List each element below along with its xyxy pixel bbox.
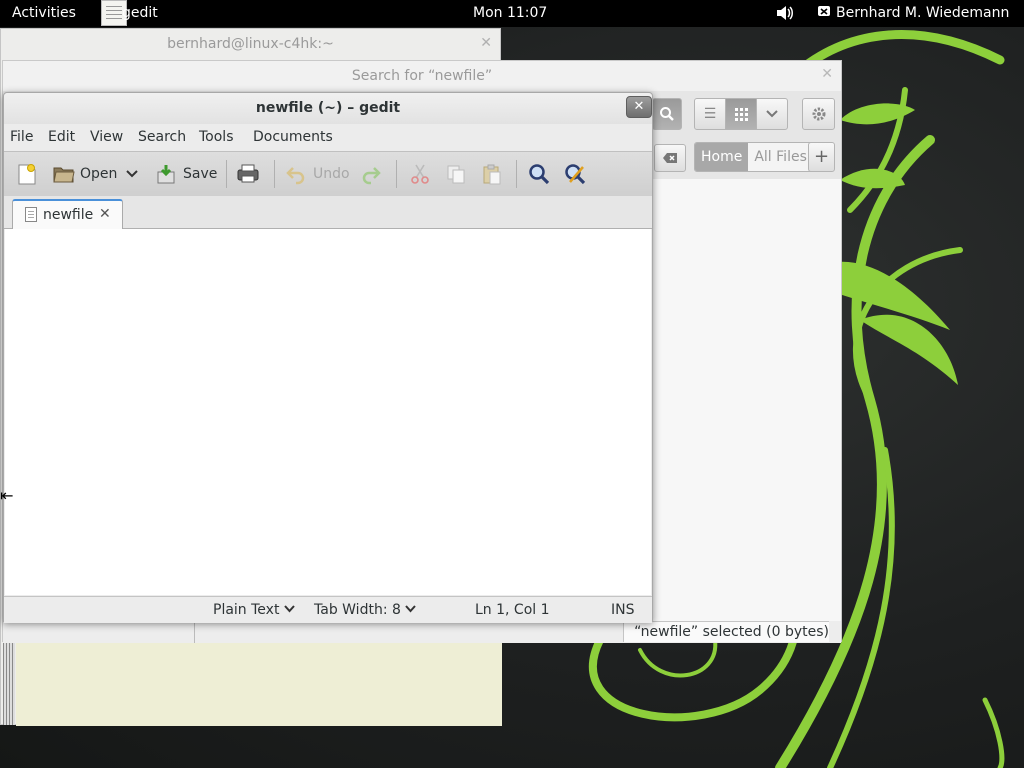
tab-close-icon[interactable]: ✕ [99,206,111,222]
toolbar: Open Save Undo [4,151,652,197]
cut-button[interactable] [409,160,431,188]
redo-icon [362,167,381,185]
document-tabs: newfile ✕ [4,196,652,229]
paste-icon [483,164,501,185]
chevron-down-icon [766,110,778,118]
undo-icon [286,167,305,185]
search-icon [660,107,674,121]
folder-open-icon [53,167,75,183]
volume-icon[interactable] [775,4,793,26]
text-editor[interactable] [5,229,651,595]
save-button[interactable]: Save [155,160,217,188]
settings-button[interactable] [802,98,835,130]
search-icon [529,164,550,185]
backspace-icon [663,153,677,163]
selection-status: “newfile” selected (0 bytes) [623,621,829,642]
clear-search-button[interactable] [654,144,686,172]
add-criteria-button[interactable]: + [808,142,835,172]
menu-tools[interactable]: Tools [199,129,234,145]
files-close-icon[interactable]: ✕ [821,66,833,82]
cut-icon [411,164,429,184]
insert-mode: INS [611,602,635,618]
chevron-down-icon [126,170,138,178]
find-replace-button[interactable] [564,160,586,188]
find-button[interactable] [528,160,550,188]
toolbar-separator [226,160,227,188]
open-label: Open [80,166,118,182]
open-recent-dropdown[interactable] [125,160,139,188]
list-view-icon: ☰ [703,106,717,122]
chat-status-icon[interactable] [817,5,831,23]
search-location-selector: Home All Files [694,142,814,172]
menu-view[interactable]: View [90,129,123,145]
cursor-position: Ln 1, Col 1 [475,602,550,618]
menu-documents[interactable]: Documents [253,129,333,145]
files-title: Search for “newfile” [351,68,493,84]
tab-width-selector[interactable]: Tab Width: 8 [314,602,417,618]
activities-button[interactable]: Activities [12,5,76,21]
gedit-statusbar: Plain Text Tab Width: 8 Ln 1, Col 1 INS [4,596,652,623]
language-selector[interactable]: Plain Text [213,602,295,618]
print-button[interactable] [236,160,260,188]
toolbar-separator [516,160,517,188]
language-label: Plain Text [213,602,280,618]
text-document-icon [25,207,37,222]
printer-icon [237,164,259,183]
chevron-down-icon [284,605,295,613]
app-menu-button[interactable]: gedit [122,5,158,21]
paste-button[interactable] [481,160,503,188]
menu-search[interactable]: Search [138,129,186,145]
gedit-window[interactable]: newfile (~) – gedit ✕ File Edit View Sea… [3,92,653,623]
search-toggle-button[interactable] [652,98,682,130]
location-home-button[interactable]: Home [695,143,749,171]
gear-icon [812,107,825,121]
grid-view-button[interactable] [725,98,757,130]
files-statusbar: “newfile” selected (0 bytes) [3,621,841,643]
open-button[interactable]: Open [52,160,117,188]
copy-button[interactable] [445,160,467,188]
menu-edit[interactable]: Edit [48,129,75,145]
save-icon [157,165,175,184]
terminal-close-icon[interactable]: ✕ [480,35,492,51]
view-options-button[interactable] [756,98,788,130]
location-all-files-button[interactable]: All Files [748,143,813,171]
save-label: Save [183,166,218,182]
gedit-title: newfile (~) – gedit [4,93,652,124]
terminal-title: bernhard@linux-c4hk:~ [167,36,334,52]
find-replace-icon [565,164,586,185]
user-menu[interactable]: Bernhard M. Wiedemann [836,5,1009,21]
close-icon: ✕ [633,99,645,114]
plus-icon: + [813,146,830,167]
tab-width-label: Tab Width: 8 [314,602,401,618]
new-document-button[interactable] [16,160,38,188]
menubar: File Edit View Search Tools Documents [4,124,652,151]
list-view-button[interactable]: ☰ [694,98,726,130]
resize-cursor-icon: ⇤ [0,486,14,505]
redo-button[interactable] [360,160,382,188]
clock[interactable]: Mon 11:07 [473,5,547,21]
menu-file[interactable]: File [10,129,33,145]
toolbar-separator [274,160,275,188]
chevron-down-icon [405,605,417,613]
tab-label: newfile [43,207,94,223]
terminal-scrollbar[interactable] [3,641,15,725]
gedit-close-button[interactable]: ✕ [626,96,652,118]
toolbar-separator [396,160,397,188]
terminal-content-area[interactable] [16,641,502,726]
top-bar: Activities gedit Mon 11:07 Bernhard M. W… [0,0,1024,27]
undo-button[interactable]: Undo [285,160,350,188]
new-document-icon [18,164,36,185]
copy-icon [447,165,465,184]
grid-view-icon [735,108,748,121]
tab-newfile[interactable]: newfile ✕ [12,199,123,229]
undo-label: Undo [313,166,350,182]
